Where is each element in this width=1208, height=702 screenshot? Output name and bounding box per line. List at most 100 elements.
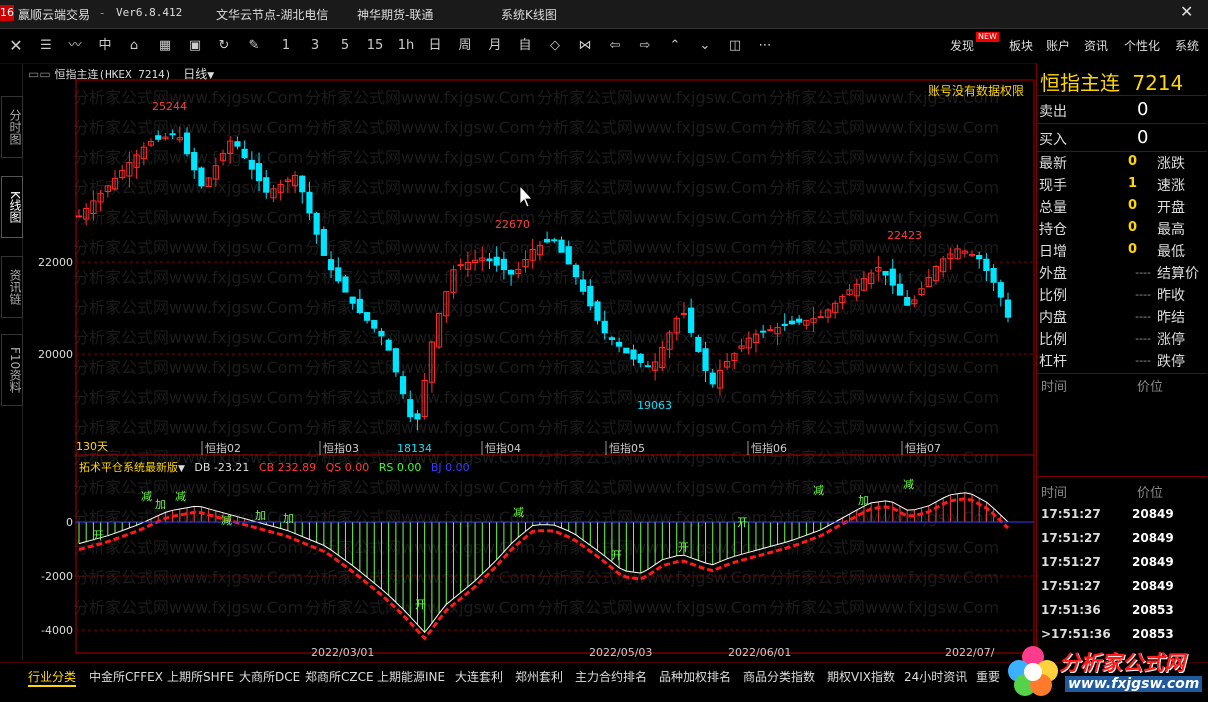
quote-label-right: 涨跌	[1157, 156, 1185, 172]
indicator-icon[interactable]: ⌂	[124, 34, 144, 58]
shrink-icon[interactable]: ⋈	[574, 34, 596, 58]
menu-discover[interactable]: 发现	[950, 34, 974, 58]
indicator-qs: QS 0.00	[325, 461, 370, 474]
period-5m[interactable]: 5	[337, 34, 353, 58]
bottom-tab[interactable]: 重要	[976, 668, 1000, 685]
date-axis-label: 2022/05/03	[589, 646, 652, 659]
date-axis-label: 2022/03/01	[311, 646, 374, 659]
indicator-bj: BJ 0.00	[430, 461, 470, 474]
save-icon[interactable]: ▣	[185, 34, 205, 58]
tab-timeshare[interactable]: 分时图	[1, 96, 23, 158]
menu-sector[interactable]: 板块	[1009, 34, 1033, 58]
bottom-tab[interactable]: 上期所SHFE	[167, 668, 234, 685]
bottom-tab[interactable]: 大连套利	[455, 668, 503, 685]
candle-body	[234, 141, 241, 147]
quote-label-right: 速涨	[1157, 178, 1185, 194]
bottom-tab[interactable]: 期权VIX指数	[827, 668, 895, 685]
menu-system[interactable]: 系统	[1175, 34, 1199, 58]
line-chart-icon[interactable]: 〰	[64, 34, 86, 58]
peak-label: 19063	[637, 399, 672, 412]
period-15m[interactable]: 15	[365, 34, 385, 58]
draw-icon[interactable]: ✎	[244, 34, 264, 58]
days-label: 130天	[76, 440, 108, 453]
candle-body	[313, 212, 320, 235]
period-custom[interactable]: 自	[516, 34, 534, 58]
bottom-tab[interactable]: 行业分类	[28, 668, 77, 687]
period-week[interactable]: 周	[456, 34, 474, 58]
candle-body	[990, 267, 997, 283]
broker-name[interactable]: 神华期货-联通	[357, 6, 433, 23]
tab-f10[interactable]: F10资料	[1, 334, 23, 406]
menu-news[interactable]: 资讯	[1084, 34, 1108, 58]
candle-body	[385, 339, 392, 351]
menu-personalize[interactable]: 个性化	[1124, 34, 1160, 58]
candle-body	[335, 267, 342, 282]
tab-news-chain[interactable]: 资讯链	[1, 256, 23, 318]
bottom-tab[interactable]: 中金所CFFEX	[89, 668, 163, 685]
price-axis-label: 20000	[38, 348, 73, 361]
tick-time: 17:51:27	[1041, 579, 1101, 593]
bottom-tab[interactable]: 主力合约排名	[575, 668, 647, 685]
period-3m[interactable]: 3	[307, 34, 323, 58]
quote-label: 日增	[1039, 244, 1067, 260]
menu-account[interactable]: 账户	[1046, 34, 1070, 58]
quote-label-right: 涨停	[1157, 332, 1185, 348]
crosshair-icon[interactable]: ✕	[6, 34, 26, 58]
period-selector[interactable]: 日线	[183, 67, 207, 81]
bottom-tab[interactable]: 郑商所CZCE	[305, 668, 374, 685]
candle-body	[378, 330, 385, 337]
period-1h[interactable]: 1h	[396, 34, 416, 58]
tick-row: 17:51:27 20849	[1037, 552, 1207, 576]
new-badge: NEW	[976, 32, 999, 42]
candle-body	[241, 148, 248, 159]
close-icon[interactable]: ✕	[1180, 2, 1193, 21]
indicator-name[interactable]: 拓术平仓系统最新版	[79, 461, 178, 474]
quote-label-right: 最高	[1157, 222, 1185, 238]
tab-kline[interactable]: K线图	[1, 176, 23, 238]
bottom-tab[interactable]: 大商所DCE	[239, 668, 300, 685]
candle-body	[587, 285, 594, 307]
signal-label: 加	[858, 494, 869, 507]
signal-label: 开	[611, 549, 622, 562]
kline-icon[interactable]: 中	[95, 34, 115, 58]
period-day[interactable]: 日	[426, 34, 444, 58]
bottom-tab[interactable]: 商品分类指数	[743, 668, 815, 685]
buy-label: 买入	[1039, 132, 1067, 148]
candle-body	[155, 135, 162, 140]
watermark-text: 分析家公式网www.fxjgsw.Com	[769, 298, 999, 317]
chart-menu-icon[interactable]: ▭▭	[28, 67, 51, 81]
watermark-text: 分析家公式网www.fxjgsw.Com	[73, 418, 303, 437]
signal-label: 减	[903, 478, 914, 491]
period-1m[interactable]: 1	[278, 34, 294, 58]
indicator-chevron-icon[interactable]: ▼	[178, 464, 185, 474]
more-icon[interactable]: ⋯	[754, 34, 776, 58]
period-month[interactable]: 月	[486, 34, 504, 58]
watermark-text: 分析家公式网www.fxjgsw.Com	[73, 358, 303, 377]
indicator-db: DB -23.21	[194, 461, 250, 474]
bottom-tab[interactable]: 上期能源INE	[377, 668, 445, 685]
bottom-tab[interactable]: 品种加权排名	[659, 668, 731, 685]
list-icon[interactable]: ☰	[36, 34, 56, 58]
bottom-tab[interactable]: 24小时资讯	[904, 668, 967, 685]
kline-chart[interactable]: 分析家公式网www.fxjgsw.Com 分析家公式网www.fxjgsw.Com…	[23, 63, 1035, 660]
split-icon[interactable]: ◫	[724, 34, 746, 58]
layout-icon[interactable]: ▦	[155, 34, 175, 58]
next-icon[interactable]: ⇨	[634, 34, 656, 58]
server-node[interactable]: 文华云节点-湖北电信	[216, 6, 328, 23]
bottom-tab[interactable]: 郑州套利	[515, 668, 563, 685]
chevron-down-icon[interactable]: ▼	[207, 71, 214, 81]
window-title: 系统K线图	[501, 8, 557, 22]
zoom-out-icon[interactable]: ⌄	[694, 34, 716, 58]
watermark-text: 分析家公式网www.fxjgsw.Com	[73, 328, 303, 347]
watermark-text: 分析家公式网www.fxjgsw.Com	[537, 448, 767, 467]
prev-icon[interactable]: ⇦	[604, 34, 626, 58]
flower-logo-icon	[1008, 646, 1058, 696]
zoom-in-icon[interactable]: ⌃	[664, 34, 686, 58]
expand-icon[interactable]: ◇	[544, 34, 566, 58]
watermark-text: 分析家公式网www.fxjgsw.Com	[73, 598, 303, 617]
refresh-icon[interactable]: ↻	[214, 34, 234, 58]
watermark-text: 分析家公式网www.fxjgsw.Com	[73, 298, 303, 317]
quote-panel: 恒指主连 7214 卖出 0 买入 0 最新 0 涨跌 现手 1 速涨 总量 0 开盘 持仓 0 最高…	[1036, 63, 1208, 660]
watermark-text: 分析家公式网www.fxjgsw.Com	[537, 208, 767, 227]
watermark-text: 分析家公式网www.fxjgsw.Com	[537, 598, 767, 617]
